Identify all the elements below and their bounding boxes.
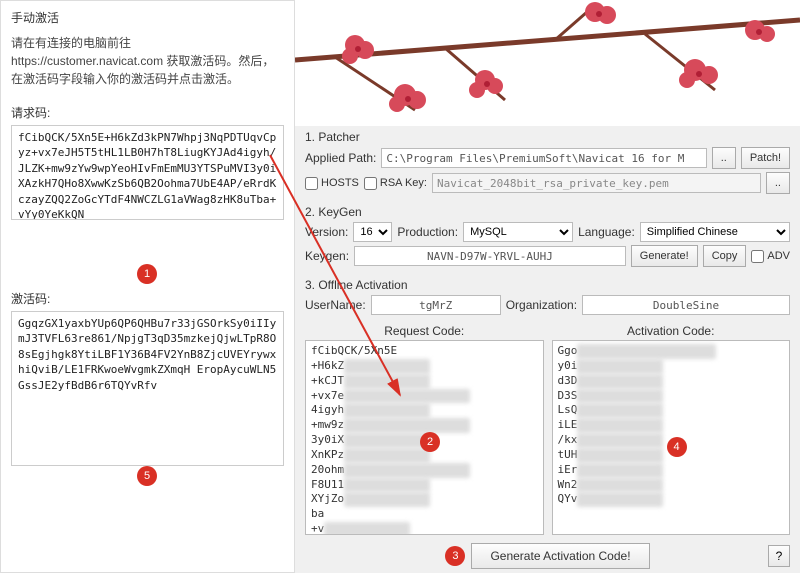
dialog-title: 手动激活	[11, 9, 284, 26]
organization-input[interactable]	[582, 295, 790, 315]
language-label: Language:	[578, 225, 635, 239]
adv-checkbox[interactable]: ADV	[751, 250, 790, 263]
username-input[interactable]	[371, 295, 501, 315]
organization-label: Organization:	[506, 298, 577, 312]
applied-path-input[interactable]	[381, 148, 706, 168]
activation-dialog: 手动激活 请在有连接的电脑前往 https://customer.navicat…	[0, 0, 295, 573]
copy-key-button[interactable]: Copy	[703, 245, 747, 267]
rsa-key-checkbox[interactable]: RSA Key:	[364, 177, 427, 190]
keygen-label: Keygen:	[305, 249, 349, 263]
activation-code-textarea[interactable]: GgqzGX1yaxbYUp6QP6QHBu7r33jGSOrkSy0iIIym…	[11, 311, 284, 466]
generate-key-button[interactable]: Generate!	[631, 245, 698, 267]
step-badge-1: 1	[137, 264, 157, 284]
help-button[interactable]: ?	[768, 545, 790, 567]
language-select[interactable]: Simplified Chinese	[640, 222, 790, 242]
dialog-description: 请在有连接的电脑前往 https://customer.navicat.com …	[11, 34, 284, 88]
hosts-checkbox[interactable]: HOSTS	[305, 177, 359, 190]
request-code-textarea[interactable]: fCibQCK/5Xn5E+H6kZd3kPN7Whpj3NqPDTUqvCpy…	[11, 125, 284, 220]
keygen-window: 1. Patcher Applied Path: .. Patch! HOSTS…	[295, 0, 800, 573]
request-code-title: Request Code:	[305, 324, 544, 338]
patch-button[interactable]: Patch!	[741, 147, 790, 169]
keygen-section: 2. KeyGen Version: 16 Production: MySQL …	[295, 201, 800, 274]
generate-activation-button[interactable]: Generate Activation Code!	[471, 543, 649, 569]
version-label: Version:	[305, 225, 348, 239]
step-badge-3: 3	[445, 546, 465, 566]
step-badge-4: 4	[667, 437, 687, 457]
username-label: UserName:	[305, 298, 366, 312]
browse-rsa-button[interactable]: ..	[766, 172, 790, 194]
request-code-label: 请求码:	[11, 104, 284, 121]
activation-code-title: Activation Code:	[552, 324, 791, 338]
patcher-section: 1. Patcher Applied Path: .. Patch! HOSTS…	[295, 126, 800, 201]
patcher-heading: 1. Patcher	[305, 130, 790, 144]
applied-path-label: Applied Path:	[305, 151, 376, 165]
browse-path-button[interactable]: ..	[712, 147, 736, 169]
keygen-heading: 2. KeyGen	[305, 205, 790, 219]
decorative-header	[295, 0, 800, 126]
offline-heading: 3. Offline Activation	[305, 278, 790, 292]
production-label: Production:	[397, 225, 458, 239]
production-select[interactable]: MySQL	[463, 222, 573, 242]
step-badge-2: 2	[420, 432, 440, 452]
offline-activation-section: 3. Offline Activation UserName: Organiza…	[295, 274, 800, 322]
version-select[interactable]: 16	[353, 222, 392, 242]
activation-code-label: 激活码:	[11, 290, 284, 307]
rsa-key-input	[432, 173, 761, 193]
keygen-output[interactable]	[354, 246, 626, 266]
step-badge-5: 5	[137, 466, 157, 486]
